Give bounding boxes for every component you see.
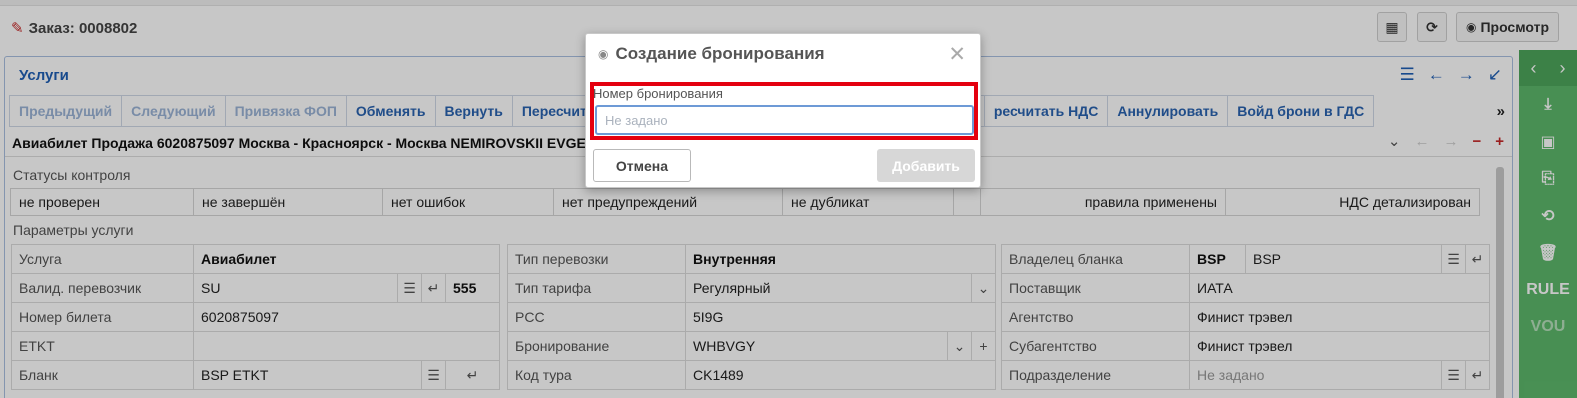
booking-number-label: Номер бронирования — [593, 86, 723, 101]
cancel-button[interactable]: Отмена — [593, 149, 691, 182]
dialog-title: ◉ Создание бронирования — [598, 44, 825, 64]
add-button[interactable]: Добавить — [877, 149, 975, 182]
create-booking-dialog: ◉ Создание бронирования ✕ Номер брониров… — [585, 33, 981, 188]
page: ✎ Заказ: 0008802 ▦ ⟳ ◉ Просмотр Услуги ☰… — [0, 0, 1577, 398]
eye-icon: ◉ — [598, 47, 609, 61]
booking-number-input[interactable] — [595, 105, 974, 135]
close-icon[interactable]: ✕ — [948, 42, 966, 67]
dialog-title-text: Создание бронирования — [615, 44, 825, 63]
